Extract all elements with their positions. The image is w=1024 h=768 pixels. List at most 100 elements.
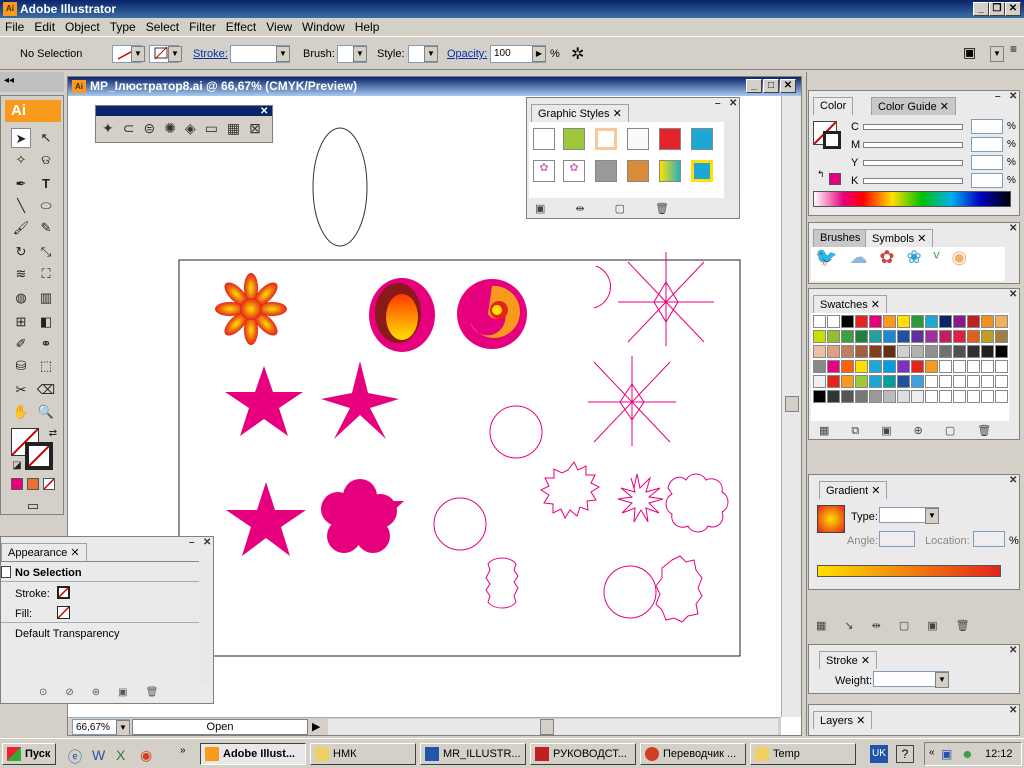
live-paint-bucket-tool-icon[interactable]: ⛁ — [11, 356, 31, 376]
stroke-color-box[interactable] — [25, 442, 53, 470]
appearance-close-icon[interactable]: ✕ — [203, 537, 211, 548]
default-colors-icon[interactable]: ◪ — [7, 456, 27, 476]
graphic-styles-footer-icons[interactable]: ▣⇹▢🗑 — [535, 202, 699, 215]
swatch[interactable] — [827, 345, 840, 358]
gradient-mode-icon[interactable] — [27, 478, 39, 490]
k-value-field[interactable] — [971, 173, 1003, 188]
minimize-button[interactable]: _ — [973, 2, 989, 16]
swatch[interactable] — [869, 345, 882, 358]
tray-expand-icon[interactable]: « — [929, 747, 935, 758]
warp-tool-icon[interactable]: ≋ — [11, 264, 31, 284]
swatch[interactable] — [925, 315, 938, 328]
menu-type[interactable]: Type — [105, 18, 141, 36]
appearance-tab[interactable]: Appearance ✕ — [1, 543, 87, 561]
close-button[interactable]: ✕ — [1005, 2, 1021, 16]
panel-minimize-icon[interactable]: – — [715, 98, 721, 109]
chrome-quicklaunch-icon[interactable]: ◉ — [140, 747, 152, 764]
appearance-stroke-swatch[interactable] — [57, 586, 70, 599]
swatch[interactable] — [953, 330, 966, 343]
swatch[interactable] — [883, 330, 896, 343]
restore-button[interactable]: ❐ — [989, 2, 1005, 16]
swatch[interactable] — [925, 330, 938, 343]
color-spectrum[interactable] — [813, 191, 1011, 207]
swatch[interactable] — [827, 315, 840, 328]
slice-tool-icon[interactable]: ✂ — [11, 380, 31, 400]
appearance-footer-icons[interactable]: ⊙⊘⊛▣🗑 — [39, 687, 176, 698]
control-menu-icon[interactable]: ≡ — [1010, 42, 1017, 56]
taskbar-button-translator[interactable]: Переводчик ... — [640, 743, 746, 765]
swatch[interactable] — [841, 330, 854, 343]
location-field[interactable] — [973, 531, 1005, 547]
swatch[interactable] — [995, 330, 1008, 343]
angle-field[interactable] — [879, 531, 915, 547]
swatch[interactable] — [925, 375, 938, 388]
swatch[interactable] — [995, 345, 1008, 358]
screen-mode-icon[interactable]: ▭ — [23, 496, 43, 516]
swatch[interactable] — [995, 360, 1008, 373]
horizontal-scroll-thumb[interactable] — [540, 719, 554, 735]
swatches-footer-icons[interactable]: ▦⧉▣⊕▢🗑 — [819, 424, 1013, 438]
opacity-label[interactable]: Opacity: — [447, 48, 487, 60]
type-tool-icon[interactable]: T — [36, 174, 56, 194]
swatch[interactable] — [967, 345, 980, 358]
swatch[interactable] — [813, 315, 826, 328]
gradient-panel-close-icon[interactable]: ✕ — [1009, 475, 1017, 486]
opacity-dropdown[interactable]: ▶ — [532, 46, 546, 62]
scale-tool-icon[interactable]: ⤡ — [36, 242, 56, 262]
status-arrow-right[interactable]: ▶ — [312, 720, 320, 733]
menu-view[interactable]: View — [261, 18, 297, 36]
taskbar-button-mr-illustr[interactable]: MR_ILLUSTR... — [420, 743, 526, 765]
swatch[interactable] — [939, 330, 952, 343]
swatch[interactable] — [981, 315, 994, 328]
m-value-field[interactable] — [971, 137, 1003, 152]
y-slider[interactable] — [863, 160, 963, 166]
out-of-gamut-icon[interactable]: ↰ — [817, 169, 825, 180]
quicklaunch-more-icon[interactable]: » — [180, 745, 186, 756]
isolate-icon[interactable]: ✲ — [571, 44, 584, 64]
gradient-slider[interactable] — [817, 565, 1001, 577]
direct-selection-tool-icon[interactable]: ↖ — [36, 128, 56, 148]
swatch[interactable] — [813, 345, 826, 358]
taskbar-button-rukovodstvo[interactable]: РУКОВОДСТ... — [530, 743, 636, 765]
swatch[interactable] — [883, 345, 896, 358]
menu-select[interactable]: Select — [141, 18, 184, 36]
antivirus-icon[interactable]: ☻ — [961, 747, 974, 761]
menu-window[interactable]: Window — [297, 18, 350, 36]
fill-dropdown[interactable]: ▼ — [131, 46, 145, 62]
swatch[interactable] — [855, 390, 868, 403]
weight-dropdown[interactable]: ▼ — [935, 672, 949, 688]
swatch[interactable] — [967, 330, 980, 343]
swatch[interactable] — [883, 360, 896, 373]
swatch[interactable] — [911, 315, 924, 328]
swatch[interactable] — [813, 375, 826, 388]
swatch[interactable] — [855, 375, 868, 388]
swatch[interactable] — [911, 330, 924, 343]
stroke-label[interactable]: Stroke: — [193, 48, 228, 60]
swatch[interactable] — [925, 360, 938, 373]
appearance-scrollbar[interactable] — [199, 561, 213, 685]
brush-dropdown[interactable]: ▼ — [353, 46, 367, 62]
vertical-scroll-thumb[interactable] — [785, 396, 799, 412]
swatch[interactable] — [883, 375, 896, 388]
swatch[interactable] — [911, 360, 924, 373]
swatch[interactable] — [841, 375, 854, 388]
graphic-styles-scrollbar[interactable] — [724, 122, 738, 198]
zoom-dropdown[interactable]: ▼ — [116, 720, 130, 736]
symbols-tab[interactable]: Symbols ✕ — [865, 229, 934, 247]
swatch[interactable] — [897, 390, 910, 403]
taskbar-button-temp[interactable]: Temp — [750, 743, 856, 765]
swatch[interactable] — [925, 345, 938, 358]
swatch[interactable] — [869, 390, 882, 403]
graphic-styles-grid[interactable]: ✿ ✿ — [529, 122, 724, 198]
swatch[interactable] — [967, 375, 980, 388]
gradient-tab[interactable]: Gradient ✕ — [819, 481, 888, 499]
swatch[interactable] — [869, 360, 882, 373]
swatch[interactable] — [953, 360, 966, 373]
swatch[interactable] — [995, 315, 1008, 328]
rotate-tool-icon[interactable]: ↻ — [11, 242, 31, 262]
gradient-type-dropdown[interactable]: ▼ — [925, 508, 939, 524]
bridge-icon[interactable]: ▣ — [963, 44, 976, 61]
c-value-field[interactable] — [971, 119, 1003, 134]
menu-help[interactable]: Help — [350, 18, 385, 36]
swap-fill-stroke-icon[interactable]: ⇄ — [43, 424, 63, 444]
